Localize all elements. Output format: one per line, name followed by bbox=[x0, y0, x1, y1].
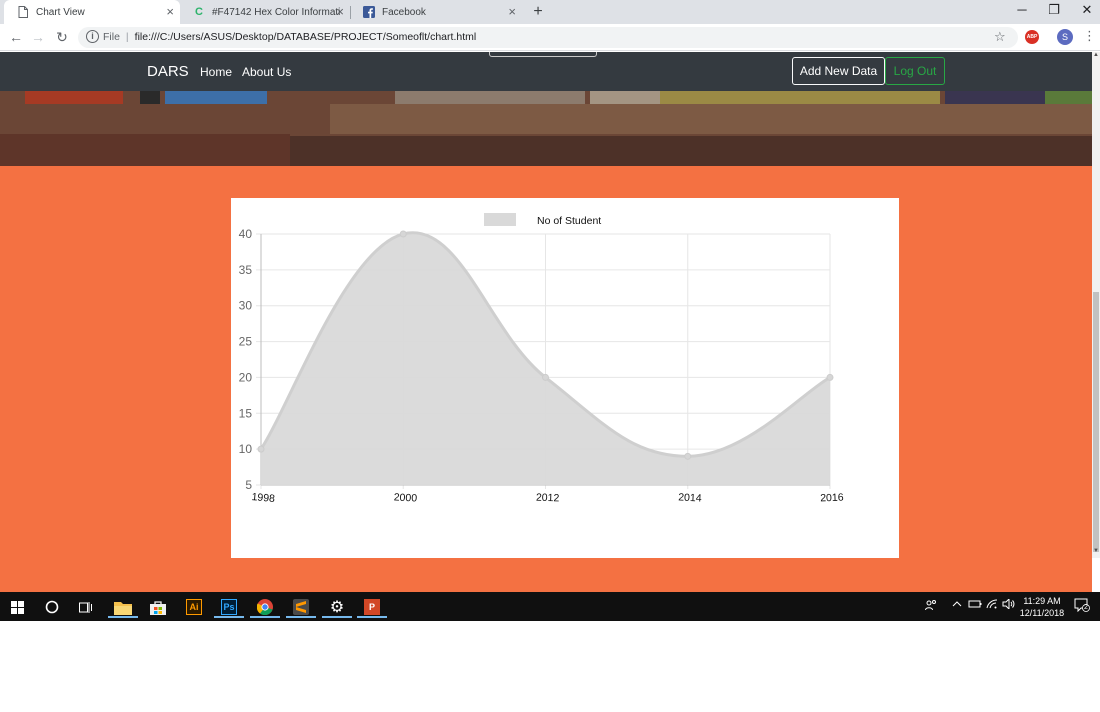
settings-icon[interactable]: ⚙ bbox=[322, 596, 352, 618]
tab-close-icon[interactable]: × bbox=[166, 4, 174, 19]
battery-icon[interactable] bbox=[968, 599, 982, 612]
tab-close-icon[interactable]: × bbox=[508, 4, 516, 19]
navbar-search-box[interactable] bbox=[489, 52, 597, 57]
y-tick-label: 10 bbox=[239, 442, 253, 456]
windows-taskbar: Ai Ps ⚙ P 11:29 AM 12/11/2018 2 bbox=[0, 592, 1100, 621]
data-point bbox=[684, 452, 692, 460]
sublime-text-icon[interactable] bbox=[286, 596, 316, 618]
task-view-icon[interactable] bbox=[75, 596, 97, 618]
facebook-icon bbox=[362, 5, 376, 19]
notification-count: 2 bbox=[1084, 604, 1088, 611]
y-tick-label: 25 bbox=[239, 335, 253, 349]
scroll-up-arrow-icon[interactable]: ▲ bbox=[1092, 52, 1100, 58]
new-tab-button[interactable]: + bbox=[529, 3, 547, 21]
people-icon[interactable] bbox=[925, 599, 937, 614]
page-scrollbar[interactable]: ▲ ▼ bbox=[1092, 52, 1100, 558]
x-tick-label: 2012 bbox=[536, 492, 560, 505]
address-separator: | bbox=[125, 31, 129, 43]
tab-chart-view[interactable]: Chart View × bbox=[4, 0, 180, 24]
more-menu-icon[interactable]: ⋮ bbox=[1083, 28, 1096, 44]
clock-time: 11:29 AM bbox=[1023, 596, 1061, 606]
system-clock[interactable]: 11:29 AM 12/11/2018 bbox=[1018, 595, 1066, 619]
bookmark-star-icon[interactable]: ☆ bbox=[994, 29, 1006, 45]
chart-card: 40 35 30 25 20 15 10 5 1998 2000 2012 2014 2016 No of… bbox=[231, 198, 899, 558]
reload-icon[interactable]: ↻ bbox=[53, 28, 71, 46]
store-icon[interactable] bbox=[147, 596, 169, 618]
y-tick-label: 5 bbox=[245, 478, 252, 492]
page-icon bbox=[16, 5, 30, 19]
scroll-down-arrow-icon[interactable]: ▼ bbox=[1092, 548, 1100, 554]
illustrator-icon[interactable]: Ai bbox=[183, 596, 205, 618]
wifi-icon[interactable] bbox=[986, 599, 998, 612]
nav-link-about-us[interactable]: About Us bbox=[242, 65, 291, 79]
tab-title: Chart View bbox=[36, 6, 85, 18]
tab-colorhexa[interactable]: C #F47142 Hex Color Information - × bbox=[180, 0, 350, 24]
y-tick-label: 30 bbox=[239, 299, 253, 313]
photoshop-label: Ps bbox=[221, 599, 237, 615]
tab-title: #F47142 Hex Color Information - bbox=[212, 6, 340, 18]
back-arrow-icon[interactable]: ← bbox=[7, 28, 25, 46]
chrome-icon[interactable] bbox=[247, 592, 283, 621]
address-url: file:///C:/Users/ASUS/Desktop/DATABASE/P… bbox=[134, 31, 477, 43]
y-tick-label: 35 bbox=[239, 263, 253, 277]
powerpoint-label: P bbox=[364, 599, 380, 615]
nav-link-home[interactable]: Home bbox=[200, 65, 232, 79]
cortana-search-icon[interactable] bbox=[41, 596, 63, 618]
data-point bbox=[542, 373, 549, 381]
photoshop-icon[interactable]: Ps bbox=[214, 596, 244, 618]
clock-date: 12/11/2018 bbox=[1019, 608, 1065, 618]
restore-button[interactable]: ❐ bbox=[1039, 2, 1069, 18]
tab-close-icon[interactable]: × bbox=[336, 4, 344, 19]
legend-swatch bbox=[484, 213, 516, 226]
y-tick-label: 15 bbox=[239, 406, 253, 420]
add-new-data-button[interactable]: Add New Data bbox=[792, 57, 885, 85]
data-point bbox=[399, 230, 407, 238]
close-window-button[interactable]: ✕ bbox=[1072, 2, 1100, 18]
colorhexa-c-icon: C bbox=[195, 6, 203, 18]
logout-button[interactable]: Log Out bbox=[885, 57, 945, 85]
minimize-button[interactable]: ─ bbox=[1007, 2, 1037, 17]
data-point bbox=[826, 373, 834, 381]
tab-title: Facebook bbox=[382, 6, 426, 18]
adblock-plus-icon[interactable]: ABP bbox=[1025, 30, 1039, 44]
volume-icon[interactable] bbox=[1002, 597, 1015, 612]
address-scheme-label: File bbox=[103, 31, 120, 43]
windows-start-icon[interactable] bbox=[6, 596, 28, 618]
profile-avatar[interactable]: S bbox=[1057, 29, 1073, 45]
x-tick-label: 2000 bbox=[393, 491, 417, 504]
address-bar[interactable]: i File | file:///C:/Users/ASUS/Desktop/DAT… bbox=[78, 27, 1018, 48]
site-navbar: DARS Home About Us Add New Data Log Out bbox=[0, 52, 1092, 91]
y-tick-label: 20 bbox=[239, 370, 253, 384]
x-tick-label: 2014 bbox=[678, 491, 702, 504]
browser-tab-strip: Chart View × C #F47142 Hex Color Informa… bbox=[0, 0, 1100, 24]
scrollbar-thumb[interactable] bbox=[1093, 292, 1099, 552]
x-tick-label: 1998 bbox=[251, 491, 275, 505]
powerpoint-icon[interactable]: P bbox=[357, 596, 387, 618]
forward-arrow-icon[interactable]: → bbox=[29, 28, 47, 46]
notification-center-icon[interactable]: 2 bbox=[1074, 598, 1090, 615]
area-chart: 40 35 30 25 20 15 10 51998 2000 2012 2014 2016 No of… bbox=[239, 213, 844, 505]
file-explorer-icon[interactable] bbox=[108, 596, 138, 618]
y-tick-label: 40 bbox=[239, 227, 253, 241]
legend-label: No of Student bbox=[537, 215, 601, 227]
chevron-up-icon[interactable] bbox=[952, 599, 962, 612]
address-text[interactable]: File | file:///C:/Users/ASUS/Desktop/DATAB… bbox=[103, 31, 476, 43]
illustrator-label: Ai bbox=[186, 599, 202, 615]
data-point bbox=[257, 445, 265, 453]
x-tick-label: 2016 bbox=[820, 492, 844, 505]
page-viewport: DARS Home About Us Add New Data Log Out … bbox=[0, 52, 1092, 592]
brand-logo[interactable]: DARS bbox=[147, 63, 189, 80]
info-icon[interactable]: i bbox=[86, 30, 99, 43]
browser-toolbar: ← → ↻ i File | file:///C:/Users/ASUS/Deskt… bbox=[0, 24, 1100, 51]
tab-facebook[interactable]: Facebook × bbox=[350, 0, 522, 24]
